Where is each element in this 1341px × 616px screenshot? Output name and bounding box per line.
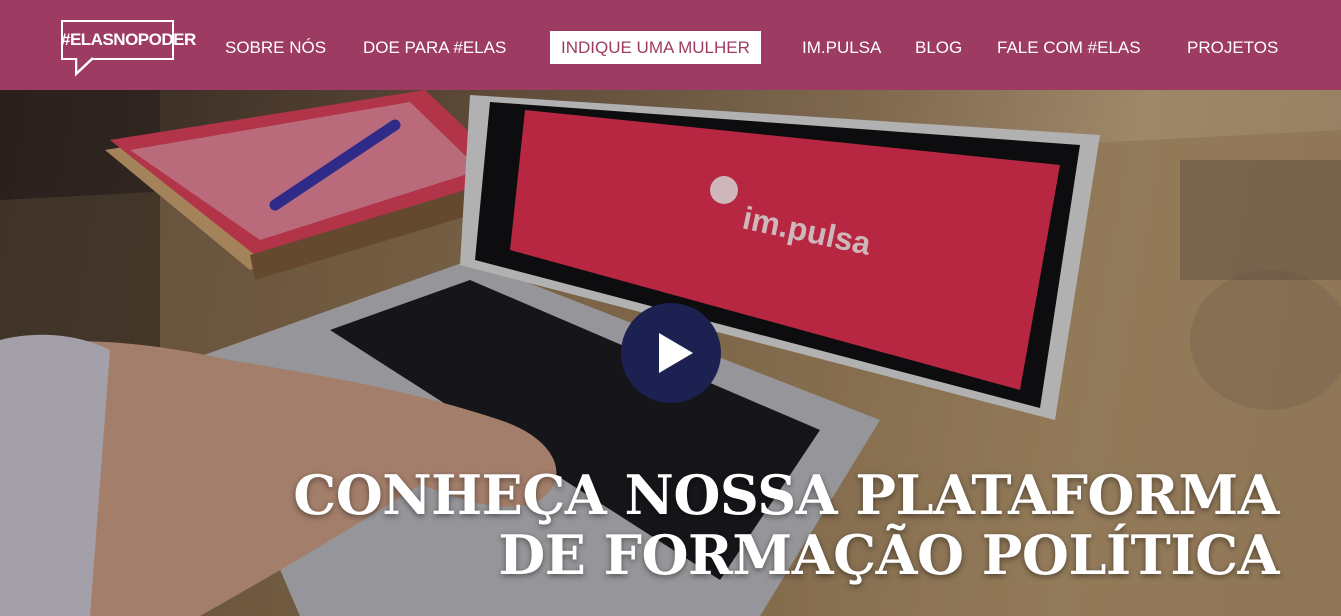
nav-item-sobre-nos[interactable]: SOBRE NÓS <box>225 31 326 64</box>
hero-headline: CONHEÇA NOSSA PLATAFORMA DE FORMAÇÃO POL… <box>279 465 1279 585</box>
play-icon <box>659 333 693 373</box>
hero-headline-line-1: CONHEÇA NOSSA PLATAFORMA <box>293 463 1279 527</box>
nav-item-impulsa[interactable]: IM.PULSA <box>802 31 881 64</box>
main-nav: SOBRE NÓS DOE PARA #ELAS INDIQUE UMA MUL… <box>0 31 1341 64</box>
nav-item-projetos[interactable]: PROJETOS <box>1187 31 1278 64</box>
nav-item-doe[interactable]: DOE PARA #ELAS <box>363 31 506 64</box>
nav-item-blog[interactable]: BLOG <box>915 31 962 64</box>
nav-item-indique-uma-mulher[interactable]: INDIQUE UMA MULHER <box>550 31 761 64</box>
nav-item-fale-com-elas[interactable]: FALE COM #ELAS <box>997 31 1141 64</box>
hero-headline-line-2: DE FORMAÇÃO POLÍTICA <box>498 523 1279 587</box>
site-header: #ELASNOPODER SOBRE NÓS DOE PARA #ELAS IN… <box>0 0 1341 90</box>
hero-video[interactable]: im.pulsa CONHEÇA NOSSA PLATAFORMA DE FOR… <box>0 90 1341 616</box>
play-button[interactable] <box>621 303 721 403</box>
